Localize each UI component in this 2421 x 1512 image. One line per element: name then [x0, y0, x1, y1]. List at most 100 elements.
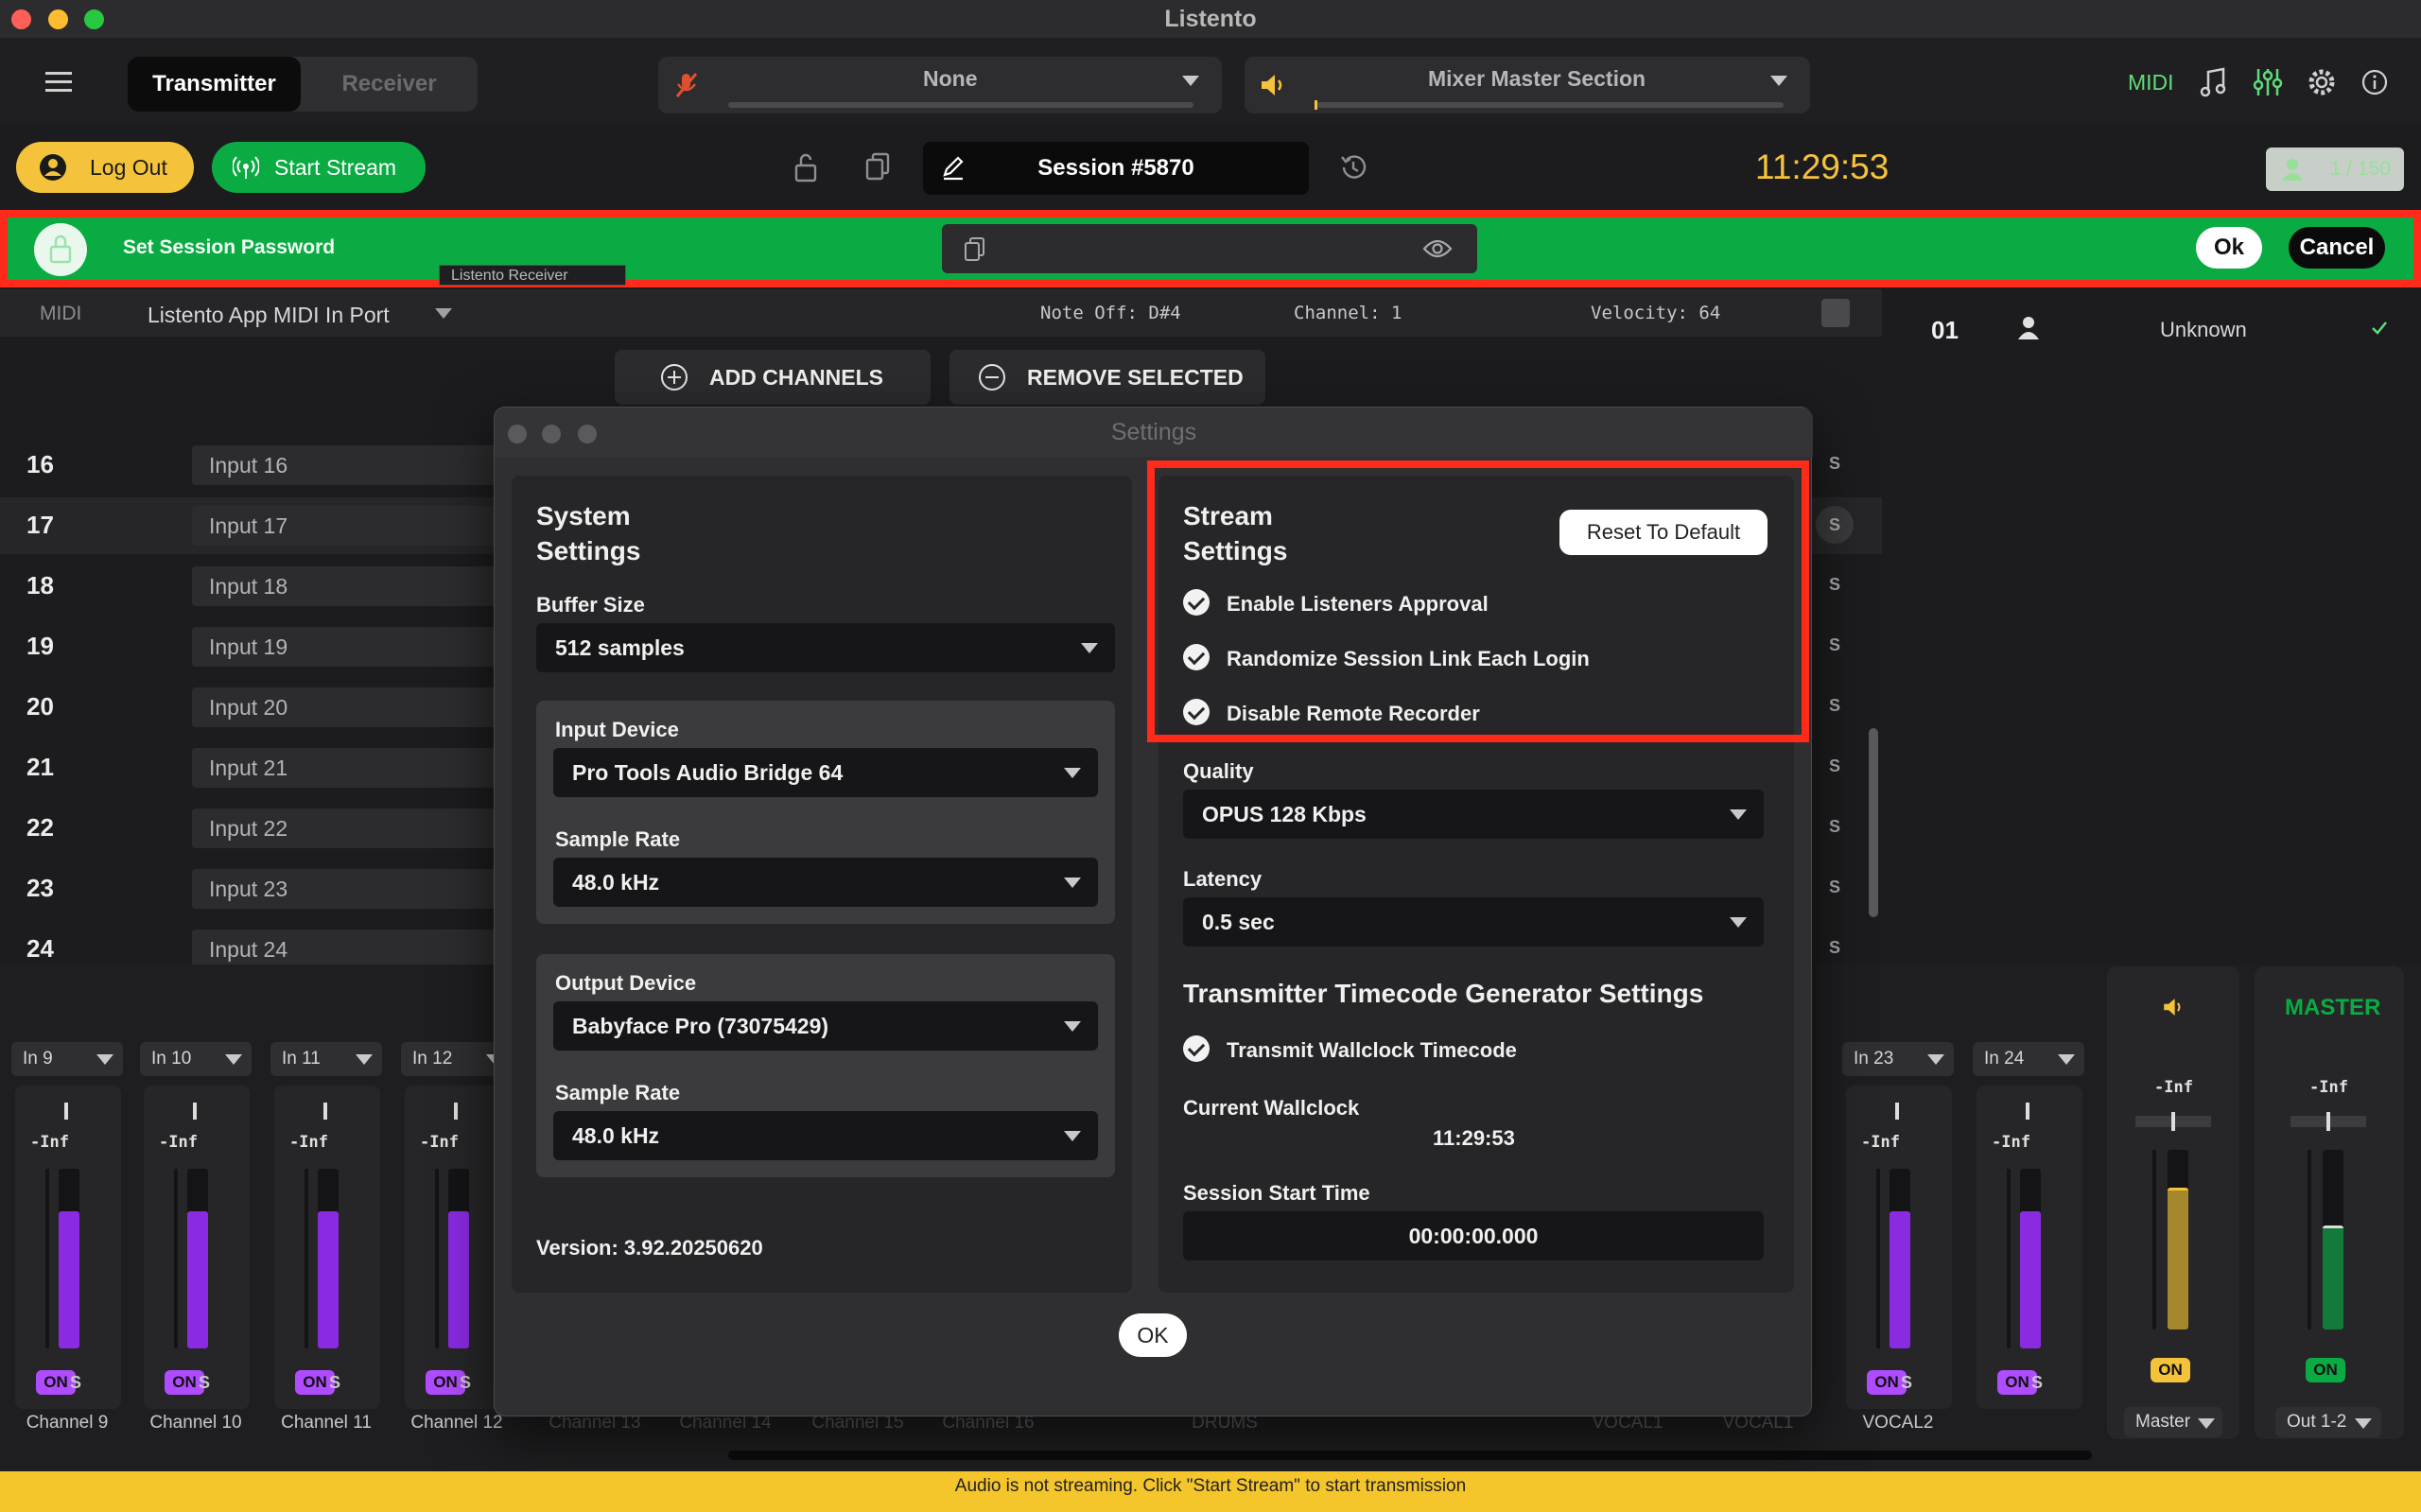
- checkmark-icon[interactable]: [1183, 699, 1210, 725]
- transmit-wallclock-option[interactable]: Transmit Wallclock Timecode: [1227, 1038, 1517, 1063]
- solo-button[interactable]: S: [1901, 1373, 1912, 1393]
- checkmark-icon[interactable]: [1183, 589, 1210, 616]
- zoom-window-icon[interactable]: [84, 9, 104, 29]
- checkmark-icon[interactable]: [1183, 644, 1210, 670]
- solo-button[interactable]: S: [460, 1373, 471, 1393]
- add-channels-button[interactable]: ADD CHANNELS: [615, 350, 931, 405]
- solo-button[interactable]: S: [329, 1373, 340, 1393]
- checkmark-icon[interactable]: [1183, 1035, 1210, 1062]
- gear-icon[interactable]: [2306, 66, 2338, 98]
- music-note-icon[interactable]: [2200, 66, 2228, 98]
- input-select[interactable]: In 24: [1973, 1042, 2084, 1076]
- solo-button[interactable]: S: [1816, 696, 1854, 716]
- eye-icon[interactable]: [1422, 238, 1453, 259]
- pan-slider[interactable]: [2135, 1112, 2211, 1131]
- channel-name-field[interactable]: Input 18: [192, 566, 504, 606]
- history-icon[interactable]: [1337, 151, 1369, 183]
- pan-slider[interactable]: [433, 1103, 482, 1120]
- checkmark-icon[interactable]: [2370, 320, 2389, 337]
- solo-button[interactable]: S: [1816, 756, 1854, 776]
- channel-name-field[interactable]: Input 20: [192, 687, 504, 727]
- pan-slider[interactable]: [2005, 1103, 2054, 1120]
- master-output-select[interactable]: Out 1-2: [2275, 1407, 2381, 1437]
- info-icon[interactable]: [2360, 68, 2389, 96]
- channel-list-scrollbar[interactable]: [1869, 728, 1878, 917]
- session-start-input[interactable]: 00:00:00.000: [1183, 1211, 1764, 1260]
- pan-slider[interactable]: [44, 1103, 93, 1120]
- copy-icon[interactable]: [864, 151, 891, 182]
- pan-slider[interactable]: [172, 1103, 221, 1120]
- master-level: -Inf: [2309, 1078, 2348, 1097]
- channel-number: 18: [26, 571, 54, 600]
- tab-receiver[interactable]: Receiver: [301, 57, 478, 112]
- menu-icon[interactable]: [45, 72, 72, 93]
- input-select[interactable]: In 23: [1842, 1042, 1954, 1076]
- midi-port-select[interactable]: Listento App MIDI In Port: [148, 303, 390, 328]
- solo-button[interactable]: S: [1816, 506, 1854, 544]
- output-select[interactable]: Mixer Master Section: [1245, 57, 1810, 113]
- channel-name-field[interactable]: Input 23: [192, 869, 504, 909]
- solo-button[interactable]: S: [1816, 635, 1854, 655]
- enable-listeners-approval-option[interactable]: Enable Listeners Approval: [1227, 592, 1489, 617]
- buffer-size-select[interactable]: 512 samples: [536, 623, 1115, 672]
- pan-slider[interactable]: [303, 1103, 352, 1120]
- close-window-icon[interactable]: [508, 425, 527, 443]
- user-icon: [2018, 317, 2039, 339]
- pan-slider[interactable]: [2290, 1112, 2366, 1131]
- mixer-sliders-icon[interactable]: [2253, 66, 2283, 98]
- minimize-window-icon[interactable]: [48, 9, 68, 29]
- disable-remote-recorder-option[interactable]: Disable Remote Recorder: [1227, 702, 1480, 726]
- listeners-count[interactable]: 1 / 150: [2266, 148, 2404, 191]
- master-on-button[interactable]: ON: [2306, 1358, 2345, 1382]
- close-window-icon[interactable]: [11, 9, 31, 29]
- level-meter: [1890, 1169, 1910, 1348]
- session-name-field[interactable]: Session #5870: [923, 142, 1309, 195]
- master-bus-strip: -Inf ON Master: [2107, 966, 2239, 1439]
- channel-name-field[interactable]: Input 21: [192, 748, 504, 788]
- solo-button[interactable]: S: [1816, 938, 1854, 958]
- edit-icon: [943, 156, 964, 181]
- channel-name-field[interactable]: Input 16: [192, 445, 504, 485]
- input-select[interactable]: In 11: [270, 1042, 382, 1076]
- password-ok-button[interactable]: Ok: [2196, 227, 2262, 269]
- input-sample-rate-select[interactable]: 48.0 kHz: [553, 858, 1098, 907]
- minimize-window-icon[interactable]: [542, 425, 561, 443]
- password-input[interactable]: [942, 224, 1477, 273]
- input-source-select[interactable]: None: [658, 57, 1222, 113]
- master-bus-select[interactable]: Master: [2124, 1407, 2222, 1437]
- unlock-icon[interactable]: [792, 151, 819, 183]
- output-device-select[interactable]: Babyface Pro (73075429): [553, 1001, 1098, 1051]
- copy-icon[interactable]: [963, 236, 987, 263]
- mixer-scrollbar[interactable]: [728, 1451, 2092, 1460]
- solo-button[interactable]: S: [1816, 575, 1854, 595]
- channel-name-field[interactable]: Input 17: [192, 506, 504, 546]
- password-cancel-button[interactable]: Cancel: [2289, 227, 2385, 269]
- solo-button[interactable]: S: [1816, 878, 1854, 897]
- solo-button[interactable]: S: [2031, 1373, 2043, 1393]
- latency-select[interactable]: 0.5 sec: [1183, 897, 1764, 947]
- channel-name-field[interactable]: Input 24: [192, 930, 504, 969]
- remove-selected-button[interactable]: REMOVE SELECTED: [949, 350, 1265, 405]
- solo-button[interactable]: S: [1816, 817, 1854, 837]
- midi-button[interactable]: MIDI: [2128, 70, 2174, 96]
- zoom-window-icon[interactable]: [578, 425, 597, 443]
- master-bus-on-button[interactable]: ON: [2151, 1358, 2190, 1382]
- solo-button[interactable]: S: [70, 1373, 81, 1393]
- start-stream-button[interactable]: Start Stream: [212, 142, 426, 193]
- randomize-session-link-option[interactable]: Randomize Session Link Each Login: [1227, 647, 1590, 671]
- chevron-down-icon[interactable]: [435, 308, 452, 319]
- tab-transmitter[interactable]: Transmitter: [128, 57, 301, 112]
- pan-slider[interactable]: [1874, 1103, 1924, 1120]
- input-select[interactable]: In 9: [11, 1042, 123, 1076]
- logout-button[interactable]: Log Out: [16, 142, 194, 193]
- channel-name-field[interactable]: Input 22: [192, 808, 504, 848]
- channel-name-field[interactable]: Input 19: [192, 627, 504, 667]
- output-sample-rate-select[interactable]: 48.0 kHz: [553, 1111, 1098, 1160]
- settings-ok-button[interactable]: OK: [1119, 1313, 1187, 1357]
- reset-to-default-button[interactable]: Reset To Default: [1559, 510, 1768, 555]
- quality-select[interactable]: OPUS 128 Kbps: [1183, 790, 1764, 839]
- input-device-select[interactable]: Pro Tools Audio Bridge 64: [553, 748, 1098, 797]
- solo-button[interactable]: S: [1816, 454, 1854, 474]
- input-select[interactable]: In 10: [140, 1042, 252, 1076]
- solo-button[interactable]: S: [199, 1373, 210, 1393]
